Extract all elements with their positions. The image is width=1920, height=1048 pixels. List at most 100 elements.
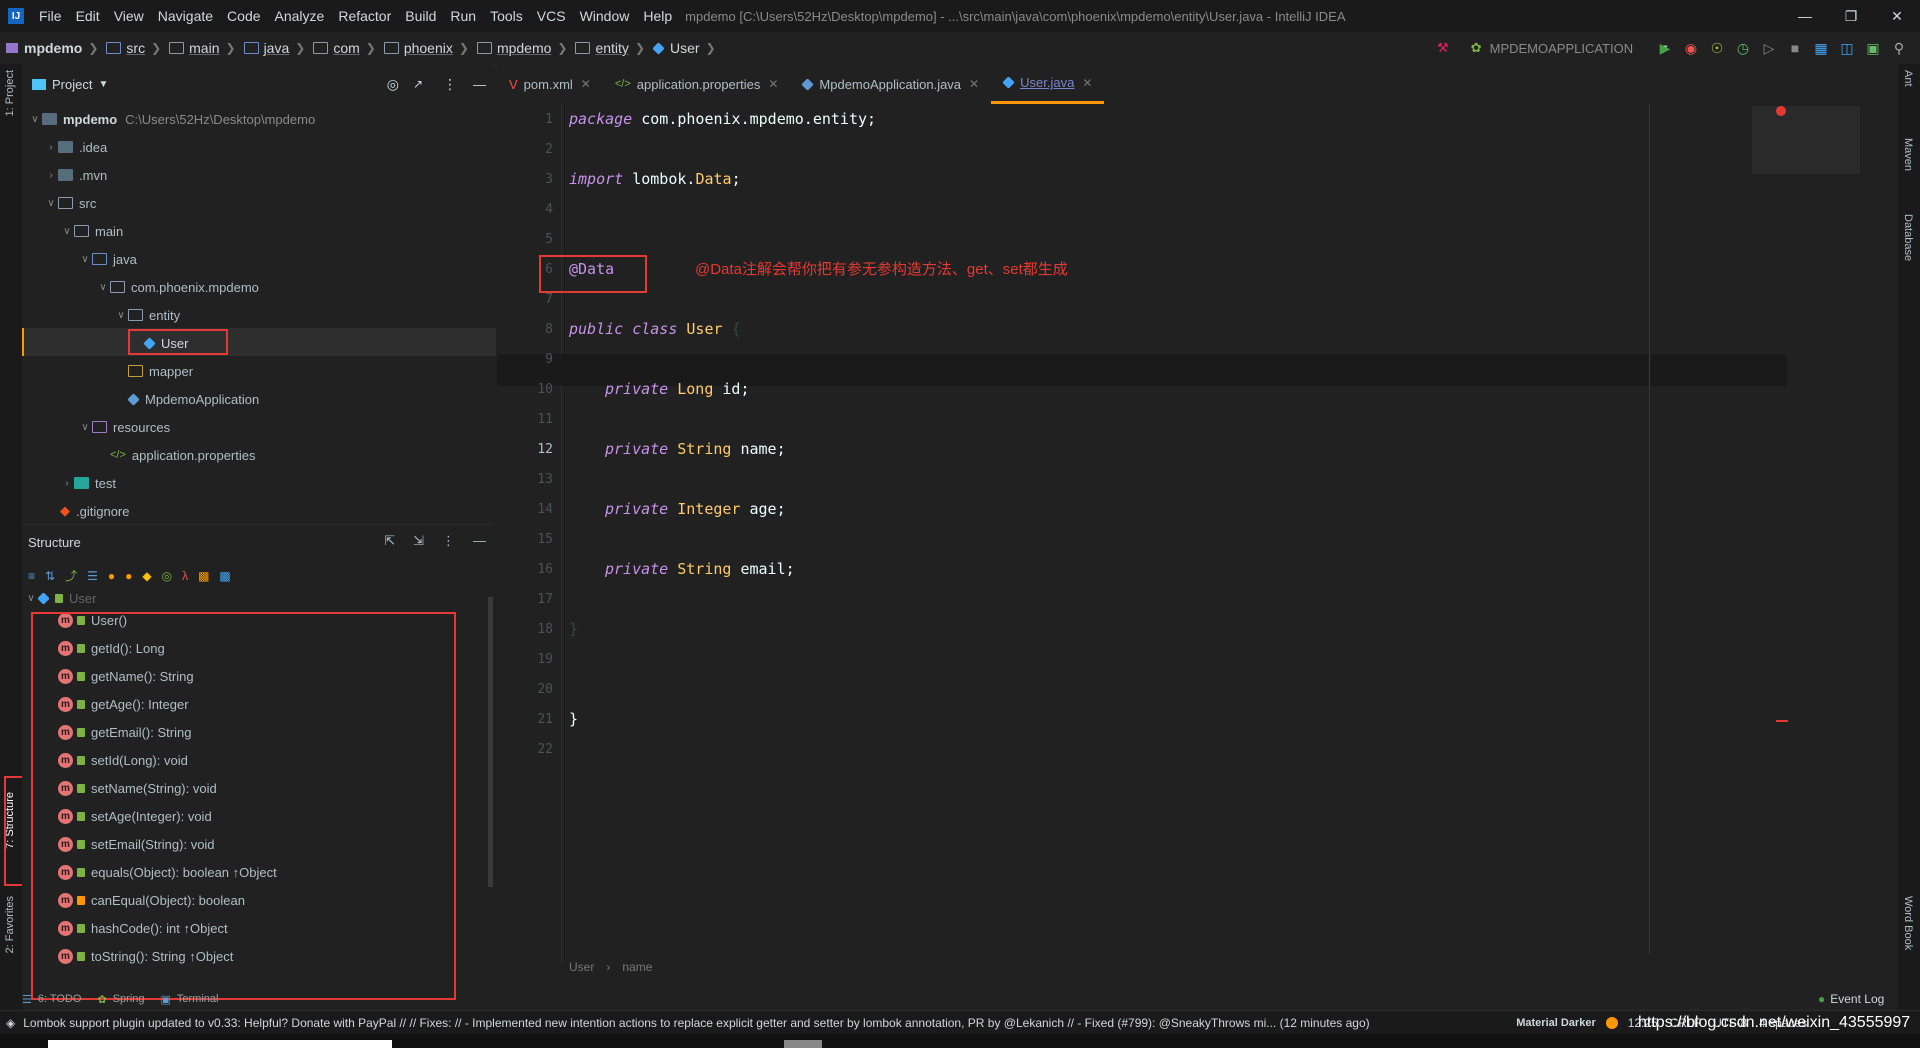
profile-icon[interactable]: ◷	[1730, 40, 1756, 57]
menu-refactor[interactable]: Refactor	[331, 8, 398, 24]
close-icon[interactable]: ✕	[768, 77, 778, 91]
expand-icon[interactable]: ⇱	[384, 533, 395, 549]
close-icon[interactable]: ✕	[581, 77, 591, 91]
locate-icon[interactable]: ◎	[387, 76, 399, 93]
breadcrumb-java[interactable]: java ❯	[236, 40, 305, 56]
tree-item-mpdemoapplication[interactable]: MpdemoApplication	[127, 386, 259, 412]
lambda-icon[interactable]: λ	[182, 569, 188, 583]
breadcrumb-main[interactable]: main ❯	[161, 40, 236, 56]
more-options-icon[interactable]: ⋮	[442, 533, 455, 549]
attach-icon[interactable]: ▷	[1756, 40, 1782, 57]
navigate-icon[interactable]: ▩	[219, 569, 230, 583]
menu-analyze[interactable]: Analyze	[268, 8, 332, 24]
database-tool-tab[interactable]: Database	[1902, 214, 1914, 261]
tab-user-java[interactable]: User.java ✕	[991, 64, 1105, 104]
debug-icon[interactable]: ◉	[1678, 40, 1704, 57]
close-icon[interactable]: ✕	[1874, 0, 1920, 32]
hide-panel-icon[interactable]: —	[473, 533, 486, 549]
menu-edit[interactable]: Edit	[69, 8, 107, 24]
theme-indicator[interactable]: Material Darker	[1516, 1017, 1596, 1029]
favorites-tool-tab[interactable]: 2: Favorites	[4, 896, 16, 953]
sort-visibility-icon[interactable]: ≡	[28, 569, 35, 583]
show-lambdas-icon[interactable]: ◆	[142, 569, 151, 583]
minimize-icon[interactable]: —	[1782, 0, 1828, 32]
error-indicator-icon[interactable]	[1776, 106, 1786, 116]
show-properties-icon[interactable]: ●	[108, 569, 115, 583]
project-header-label[interactable]: Project	[52, 77, 92, 92]
coverage-icon[interactable]: ☉	[1704, 40, 1730, 57]
tab-application-properties[interactable]: </> application.properties ✕	[603, 64, 791, 104]
tree-item-resources[interactable]: ∨ resources	[78, 414, 170, 440]
wordbook-tool-tab[interactable]: Word Book	[1902, 896, 1914, 950]
menu-run[interactable]: Run	[443, 8, 483, 24]
breadcrumb-mpdemo[interactable]: mpdemo ❯	[6, 40, 98, 56]
menu-vcs[interactable]: VCS	[530, 8, 573, 24]
breadcrumb-mpdemo-pkg[interactable]: mpdemo ❯	[469, 40, 567, 56]
code-editor[interactable]: 1 2 3 4 5 6 7 8 9 10 11 12 13 14 15 16 1…	[497, 104, 1897, 974]
menu-tools[interactable]: Tools	[483, 8, 530, 24]
tree-item-src[interactable]: ∨ src	[44, 190, 96, 216]
show-non-public-icon[interactable]: ●	[125, 569, 132, 583]
breadcrumb-com[interactable]: com ❯	[305, 40, 376, 56]
run-icon[interactable]: ▶	[1652, 40, 1678, 57]
tree-item-main[interactable]: ∨ main	[60, 218, 123, 244]
error-stripe-mark[interactable]	[1776, 720, 1788, 722]
taskbar-item[interactable]	[48, 1040, 392, 1048]
collapse-icon[interactable]: ↗	[413, 77, 423, 91]
tab-pom-xml[interactable]: Vpom.xml ✕	[497, 64, 603, 104]
tree-item-test[interactable]: › test	[60, 470, 116, 496]
tab-todo[interactable]: 6: TODO	[38, 993, 82, 1005]
menu-file[interactable]: File	[32, 8, 69, 24]
more-options-icon[interactable]: ⋮	[443, 76, 457, 93]
breadcrumb-field[interactable]: name	[622, 960, 652, 974]
tree-item-gitignore[interactable]: ◆ .gitignore	[60, 498, 129, 524]
project-structure-icon[interactable]: ▦	[1808, 40, 1834, 57]
hide-panel-icon[interactable]: —	[473, 77, 486, 92]
tree-item-entity[interactable]: ∨ entity	[114, 302, 180, 328]
show-fields-icon[interactable]: ☰	[87, 569, 98, 583]
tree-item-mapper[interactable]: mapper	[128, 358, 193, 384]
menu-help[interactable]: Help	[636, 8, 679, 24]
run-configuration-selector[interactable]: ⚒ ✿ MPDEMOAPPLICATION ▼	[1437, 36, 1670, 60]
taskbar-item[interactable]	[784, 1040, 822, 1048]
maximize-icon[interactable]: ❐	[1828, 0, 1874, 32]
stop-icon[interactable]: ■	[1782, 40, 1808, 56]
maven-tool-tab[interactable]: Maven	[1902, 138, 1914, 171]
status-message[interactable]: Lombok support plugin updated to v0.33: …	[23, 1016, 1508, 1030]
tree-item-mvn[interactable]: › .mvn	[44, 162, 107, 188]
breadcrumb-class[interactable]: User	[569, 960, 594, 974]
sort-alpha-icon[interactable]: ⇅	[45, 569, 55, 583]
tab-mpdemoapplication[interactable]: MpdemoApplication.java ✕	[790, 64, 991, 104]
tab-terminal[interactable]: Terminal	[177, 993, 219, 1005]
menu-build[interactable]: Build	[398, 8, 443, 24]
code-minimap[interactable]	[1752, 106, 1860, 174]
breadcrumb-user[interactable]: User ❯	[645, 40, 716, 56]
tree-item-package[interactable]: ∨ com.phoenix.mpdemo	[96, 274, 259, 300]
breadcrumb-entity[interactable]: entity ❯	[567, 40, 645, 56]
menu-navigate[interactable]: Navigate	[151, 8, 220, 24]
event-log-button[interactable]: ● Event Log	[1818, 988, 1884, 1010]
show-inherited-icon[interactable]: ⤴	[65, 567, 77, 584]
hammer-icon[interactable]: ⚒	[1437, 40, 1449, 56]
tree-item-idea[interactable]: › .idea	[44, 134, 107, 160]
tab-spring[interactable]: Spring	[113, 993, 145, 1005]
menu-window[interactable]: Window	[573, 8, 637, 24]
translate-icon[interactable]: ◫	[1834, 40, 1860, 57]
chevron-down-icon[interactable]: ▼	[98, 79, 108, 90]
menu-code[interactable]: Code	[220, 8, 267, 24]
breadcrumb-phoenix[interactable]: phoenix ❯	[376, 40, 469, 56]
search-everywhere-icon[interactable]: ⚲	[1886, 40, 1912, 57]
collapse-icon[interactable]: ⇲	[413, 533, 424, 549]
tree-item-java[interactable]: ∨ java	[78, 246, 137, 272]
close-icon[interactable]: ✕	[1082, 76, 1092, 90]
autoscroll-icon[interactable]: ◎	[162, 569, 172, 583]
menu-view[interactable]: View	[107, 8, 151, 24]
panel-scrollbar[interactable]	[488, 597, 493, 887]
tree-item-application-properties[interactable]: </> application.properties	[110, 442, 255, 468]
close-icon[interactable]: ✕	[969, 77, 979, 91]
ant-tool-tab[interactable]: Ant	[1902, 70, 1914, 87]
project-tool-tab[interactable]: 1: Project	[4, 70, 16, 116]
terminal-icon[interactable]: ▣	[1860, 40, 1886, 57]
tree-item-root[interactable]: ∨ mpdemo C:\Users\52Hz\Desktop\mpdemo	[28, 106, 315, 132]
breadcrumb-src[interactable]: src ❯	[98, 40, 161, 56]
